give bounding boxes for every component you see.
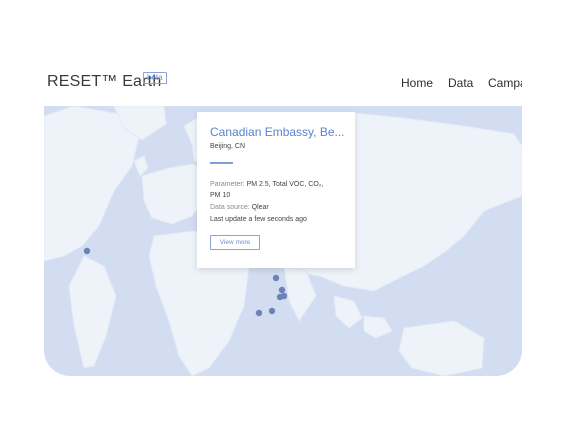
station-marker[interactable] bbox=[83, 247, 91, 255]
data-source-label: Data source: bbox=[210, 204, 250, 211]
parameter-line-2: PM 10 bbox=[210, 192, 231, 199]
last-update: Last update a few seconds ago bbox=[210, 216, 307, 223]
parameter-value: PM 2.5, Total VOC, CO₂, bbox=[246, 181, 324, 188]
card-divider bbox=[210, 162, 233, 164]
station-marker[interactable] bbox=[268, 307, 276, 315]
station-title[interactable]: Canadian Embassy, Be... bbox=[210, 125, 345, 139]
station-marker[interactable] bbox=[272, 274, 280, 282]
station-marker[interactable] bbox=[255, 309, 263, 317]
data-source-line: Data source: Qlear bbox=[210, 202, 269, 213]
view-more-button[interactable]: View more bbox=[210, 235, 260, 250]
data-source-value: Qlear bbox=[251, 204, 269, 211]
station-marker[interactable] bbox=[278, 286, 286, 294]
station-popup-card: Canadian Embassy, Be... Beijing, CN Para… bbox=[197, 112, 355, 268]
site-header: RESET™ Earth beta Home Data Campaigns bbox=[0, 60, 566, 106]
nav-campaigns[interactable]: Campaigns bbox=[488, 76, 522, 90]
beta-badge: beta bbox=[143, 72, 167, 84]
nav-data[interactable]: Data bbox=[448, 76, 473, 90]
parameter-label: Parameter: bbox=[210, 181, 245, 188]
station-location: Beijing, CN bbox=[210, 143, 246, 150]
nav-home[interactable]: Home bbox=[401, 76, 433, 90]
parameter-line: Parameter: PM 2.5, Total VOC, CO₂, bbox=[210, 179, 323, 190]
station-marker[interactable] bbox=[276, 293, 284, 301]
